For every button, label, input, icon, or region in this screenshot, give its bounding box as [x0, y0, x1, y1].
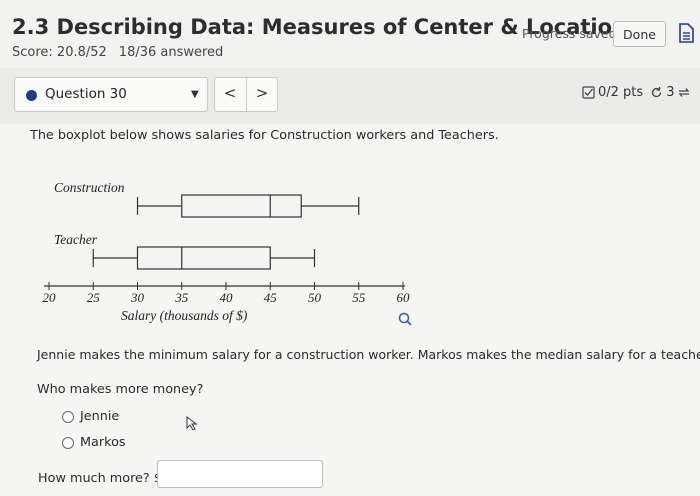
option-markos[interactable]: Markos — [62, 435, 126, 450]
points-info: 0/2 pts 3 — [582, 85, 691, 100]
progress-status: Progress saved — [522, 26, 617, 41]
score-line: Score: 20.8/52 18/36 answered — [12, 45, 223, 60]
tick-label-45: 45 — [264, 290, 278, 305]
tick-label-55: 55 — [352, 290, 366, 305]
boxplot-chart: Construction Teacher 20 25 30 35 40 45 50 55 60 Sal… — [43, 180, 412, 326]
tick-label-25: 25 — [87, 290, 101, 305]
header: 2.3 Describing Data: Measures of Center … — [0, 0, 700, 68]
tick-label-20: 20 — [43, 290, 57, 305]
option-jennie[interactable]: Jennie — [62, 409, 119, 424]
option-markos-label: Markos — [80, 435, 126, 450]
question-bar: Question 30 ▼ < > 0/2 pts 3 — [0, 68, 700, 124]
radio-markos[interactable] — [62, 436, 74, 449]
question-prompt: The boxplot below shows salaries for Con… — [30, 128, 499, 143]
mouse-cursor-icon — [186, 416, 198, 430]
how-much-label: How much more? $ — [38, 471, 162, 486]
zoom-search-icon — [398, 312, 412, 326]
done-button[interactable]: Done — [613, 21, 666, 47]
radio-jennie[interactable] — [62, 410, 74, 423]
answered-count: 18/36 answered — [118, 45, 224, 60]
teacher-label: Teacher — [54, 232, 98, 247]
question-text: Jennie makes the minimum salary for a co… — [37, 347, 700, 362]
question-content: The boxplot below shows salaries for Con… — [0, 124, 700, 496]
retry-icon — [652, 87, 662, 98]
option-jennie-label: Jennie — [80, 409, 120, 424]
tick-label-40: 40 — [220, 290, 234, 305]
prev-question-button[interactable]: < — [215, 84, 245, 102]
question-label: Question 30 — [45, 86, 127, 102]
retry-count: 3 — [666, 85, 675, 100]
teacher-box — [136, 246, 271, 270]
dropdown-caret-icon: ▼ — [191, 89, 199, 100]
construction-label: Construction — [54, 180, 125, 195]
sync-icon — [679, 88, 690, 97]
x-axis-label: Salary (thousands of $) — [121, 308, 248, 323]
tick-label-60: 60 — [397, 290, 411, 305]
question-nav: < > — [214, 77, 278, 112]
tick-label-50: 50 — [308, 290, 322, 305]
tick-label-35: 35 — [174, 290, 189, 305]
question-select[interactable]: Question 30 ▼ — [14, 77, 208, 112]
checkbox-icon — [582, 86, 595, 99]
score-text: Score: 20.8/52 — [12, 45, 107, 60]
document-icon[interactable] — [678, 23, 694, 43]
construction-box — [181, 194, 302, 218]
question-status-dot — [26, 90, 37, 101]
tick-label-30: 30 — [130, 290, 145, 305]
answer-input[interactable] — [157, 460, 323, 488]
next-question-button[interactable]: > — [247, 84, 277, 102]
sub-question-text: Who makes more money? — [37, 382, 204, 397]
points-text: 0/2 pts — [598, 85, 644, 100]
